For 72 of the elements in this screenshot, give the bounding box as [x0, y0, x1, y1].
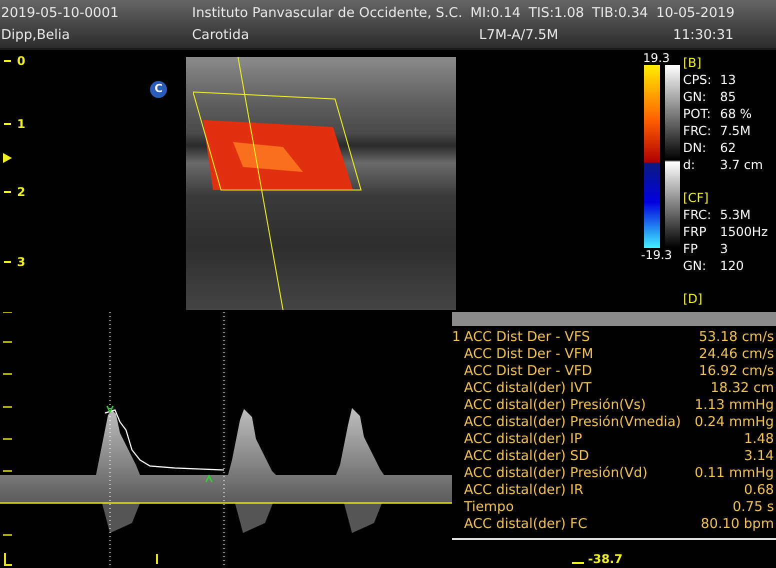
focus-marker-icon — [3, 153, 12, 163]
probe-name: L7M-A/7.5M — [479, 26, 560, 45]
measurement-value: 24.46 cm/s — [698, 346, 774, 363]
color-scale-min: -19.3 — [641, 249, 672, 261]
measurement-label: ACC distal(der) Presión(Vmedia) — [464, 414, 681, 431]
depth-tick — [4, 123, 11, 125]
parameter-section-title: [D] — [683, 290, 704, 307]
measurement-label: Tiempo — [464, 499, 514, 516]
measurement-label: ACC distal(der) IP — [464, 431, 582, 448]
parameter-label: DN: — [683, 139, 708, 156]
exam-type: Carotida — [192, 26, 250, 45]
measurement-value: 16.92 cm/s — [698, 363, 774, 380]
measurement-value: 0.75 s — [732, 499, 774, 516]
measurement-value: 53.18 cm/s — [698, 329, 774, 346]
measurement-label: ACC Dist Der - VFM — [464, 346, 594, 363]
parameter-value: 68 % — [720, 105, 752, 122]
measurement-value: 18.32 cm — [710, 380, 774, 397]
parameter-label: POT: — [683, 105, 712, 122]
parameter-value: 7.5M — [720, 122, 751, 139]
parameter-value: 13 — [720, 71, 736, 88]
parameter-section-title: [B] — [683, 54, 702, 71]
parameter-value: 5.3M — [720, 206, 751, 223]
parameter-value: 3 — [720, 240, 728, 257]
measurement-value: 1.48 — [744, 431, 774, 448]
exam-date: 10-05-2019 — [656, 4, 735, 23]
parameter-label: FRC: — [683, 206, 712, 223]
measurement-value: 0.11 mmHg — [694, 465, 774, 482]
measurement-label: ACC distal(der) Presión(Vd) — [464, 465, 648, 482]
measurement-label: ACC Dist Der - VFD — [464, 363, 592, 380]
measurement-label: ACC distal(der) Presión(Vs) — [464, 397, 646, 414]
parameter-value: 120 — [720, 257, 744, 274]
depth-tick — [4, 261, 11, 263]
mode-badge: C — [150, 81, 167, 98]
parameter-label: CPS: — [683, 71, 712, 88]
acoustic-index: MI:0.14 — [470, 4, 521, 23]
parameter-value: 62 — [720, 139, 736, 156]
exam-time: 11:30:31 — [673, 26, 734, 45]
parameter-label: FP — [683, 240, 699, 257]
measurement-index: 1 — [452, 329, 461, 346]
parameter-value: 85 — [720, 88, 736, 105]
velocity-scale-label: -38.7 — [588, 552, 623, 566]
parameter-label: FRP — [683, 223, 708, 240]
depth-tick — [4, 191, 11, 193]
parameter-label: d: — [683, 156, 696, 173]
acoustic-index: TIB:0.34 — [592, 4, 648, 23]
acoustic-index: TIS:1.08 — [528, 4, 584, 23]
measurement-label: ACC distal(der) SD — [464, 448, 590, 465]
parameter-value: 3.7 cm — [720, 156, 763, 173]
measurement-value: 1.13 mmHg — [694, 397, 774, 414]
parameter-label: FRC: — [683, 122, 712, 139]
parameter-label: GN: — [683, 88, 708, 105]
study-id: 2019-05-10-0001 — [0, 4, 120, 23]
color-scale-max: 19.3 — [643, 52, 670, 64]
institution-name: Instituto Panvascular de Occidente, S.C. — [192, 4, 462, 23]
parameter-value: 1500Hz — [720, 223, 768, 240]
depth-label: 0 — [17, 54, 26, 68]
parameter-section-title: [CF] — [683, 189, 710, 206]
measurement-label: ACC distal(der) IVT — [464, 380, 592, 397]
measurement-label: ACC Dist Der - VFS — [464, 329, 590, 346]
depth-tick — [4, 60, 11, 62]
depth-label: 2 — [17, 185, 26, 199]
measurement-value: 0.68 — [744, 482, 774, 499]
depth-label: 3 — [17, 255, 26, 269]
measurement-label: ACC distal(der) FC — [464, 516, 588, 533]
scale-tick — [572, 562, 584, 564]
parameter-label: GN: — [683, 257, 708, 274]
measurement-label: ACC distal(der) IR — [464, 482, 584, 499]
patient-name: Dipp,Belia — [0, 26, 71, 45]
depth-label: 1 — [17, 117, 26, 131]
measurement-value: 0.24 mmHg — [694, 414, 774, 431]
measurement-value: 3.14 — [744, 448, 774, 465]
measurement-value: 80.10 bpm — [700, 516, 774, 533]
